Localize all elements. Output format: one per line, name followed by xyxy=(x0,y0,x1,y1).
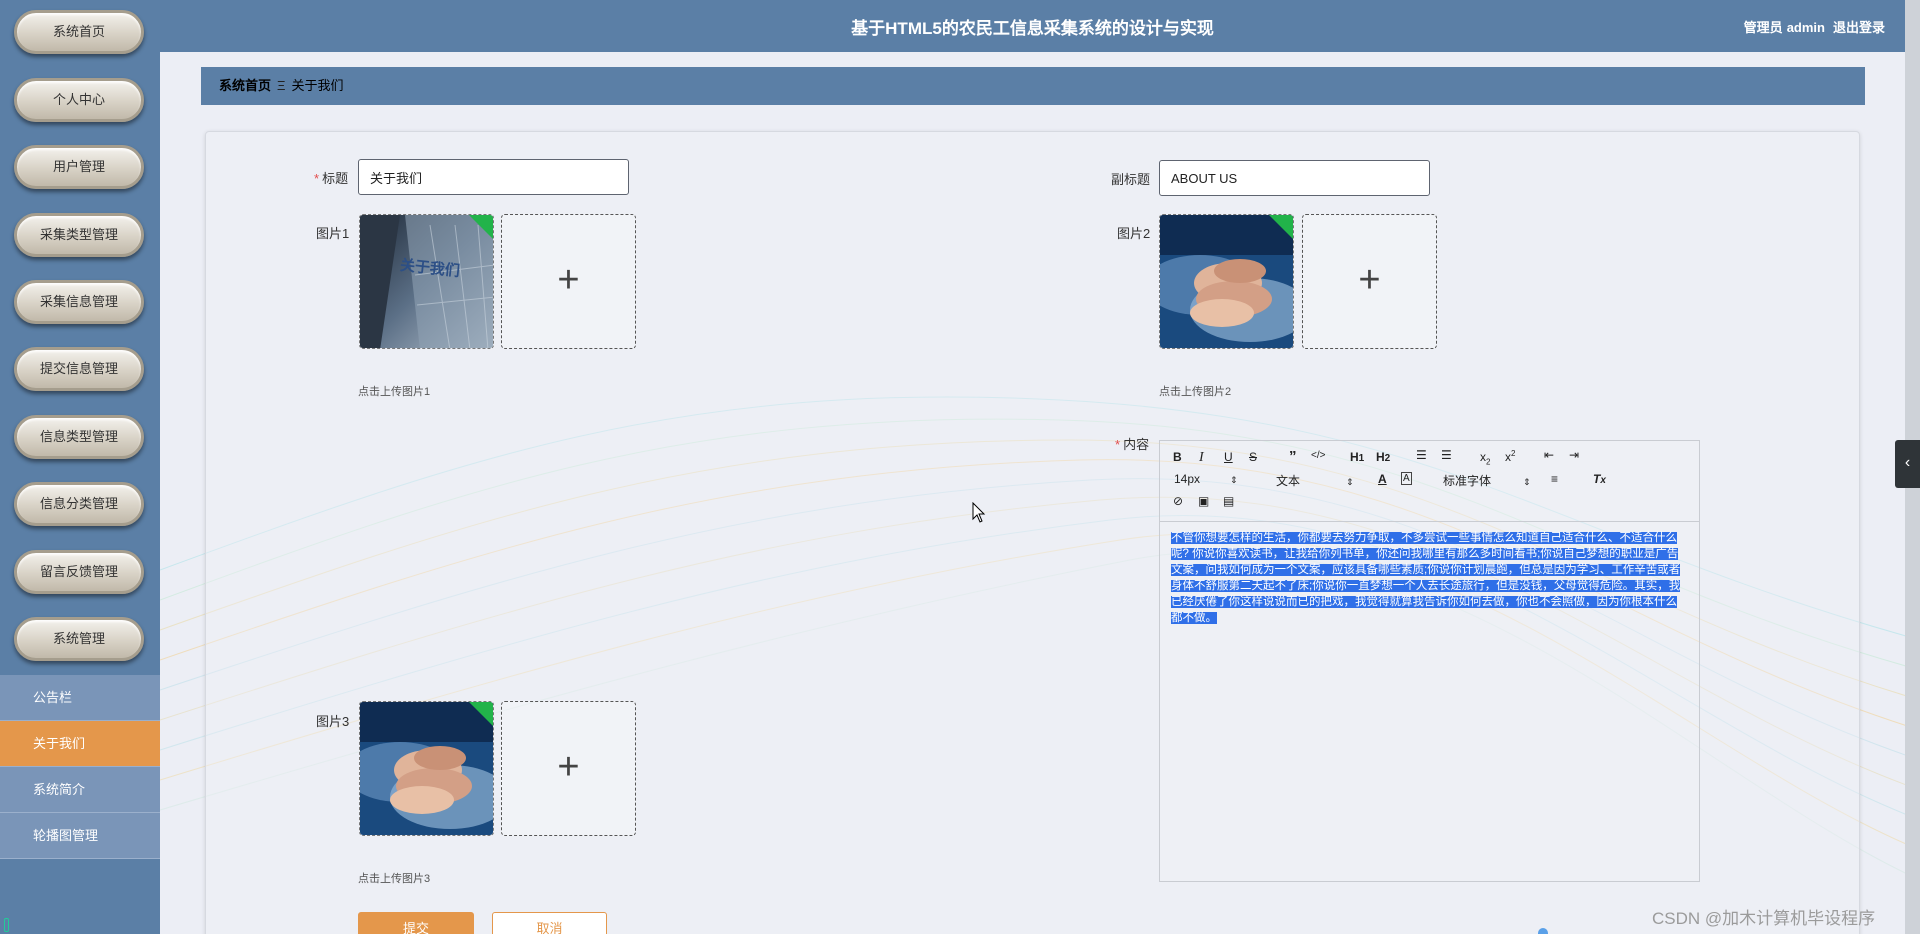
font-family-select[interactable]: 标准字体 ⇕ xyxy=(1443,472,1531,489)
code-icon[interactable]: </> xyxy=(1311,450,1325,461)
editor-toolbar: B I U S ” </> H1 H2 ☰ ☰ x2 x2 ⇤ ⇥ 14px ⇕ … xyxy=(1160,441,1699,522)
watermark: CSDN @加木计算机毕设程序 xyxy=(1652,909,1876,928)
sidebar-item-submit-info[interactable]: 提交信息管理 xyxy=(14,347,144,391)
strikethrough-icon[interactable]: S xyxy=(1249,450,1257,464)
breadcrumb-home[interactable]: 系统首页 xyxy=(219,78,271,93)
breadcrumb: 系统首页 Ξ 关于我们 xyxy=(201,67,1865,105)
status-indicator xyxy=(4,918,9,932)
system-submenu: 公告栏 关于我们 系统简介 轮播图管理 xyxy=(0,675,160,859)
logout-link[interactable]: 退出登录 xyxy=(1833,20,1885,35)
image1-upload-button[interactable]: + xyxy=(501,214,636,349)
subscript-icon[interactable]: x2 xyxy=(1480,450,1490,466)
heading1-icon[interactable]: H1 xyxy=(1350,450,1364,464)
user-role: 管理员 xyxy=(1743,20,1783,35)
submenu-item-about[interactable]: 关于我们 xyxy=(0,721,160,767)
submenu-item-carousel[interactable]: 轮播图管理 xyxy=(0,813,160,859)
editor-content-text: 不管你想要怎样的生活，你都要去努力争取，不多尝试一些事情怎么知道自己适合什么、不… xyxy=(1171,532,1681,624)
breadcrumb-separator: Ξ xyxy=(277,78,286,93)
submenu-item-intro[interactable]: 系统简介 xyxy=(0,767,160,813)
superscript-icon[interactable]: x2 xyxy=(1505,449,1515,464)
paragraph-select[interactable]: 文本 ⇕ xyxy=(1276,472,1354,489)
indent-icon[interactable]: ⇥ xyxy=(1569,448,1579,462)
sidebar-item-info-types[interactable]: 信息类型管理 xyxy=(14,415,144,459)
content-label: * 内容 xyxy=(1115,437,1150,452)
sidebar-item-collect-info[interactable]: 采集信息管理 xyxy=(14,280,144,324)
align-icon[interactable]: ≡ xyxy=(1551,472,1558,486)
title-label: * 标题 xyxy=(314,171,349,186)
sidebar-item-profile[interactable]: 个人中心 xyxy=(14,78,144,122)
sidebar-item-feedback[interactable]: 留言反馈管理 xyxy=(14,550,144,594)
sidebar-item-home[interactable]: 系统首页 xyxy=(14,10,144,54)
breadcrumb-current: 关于我们 xyxy=(291,78,344,93)
image2-thumbnail[interactable] xyxy=(1159,214,1294,349)
subtitle-input[interactable] xyxy=(1159,160,1430,196)
image3-hint: 点击上传图片3 xyxy=(358,873,431,885)
image3-thumbnail[interactable] xyxy=(359,701,494,836)
sidebar-item-users[interactable]: 用户管理 xyxy=(14,145,144,189)
quote-icon[interactable]: ” xyxy=(1289,448,1297,465)
background-color-icon[interactable]: A xyxy=(1401,472,1412,485)
underline-icon[interactable]: U xyxy=(1224,450,1233,464)
plus-icon: + xyxy=(1358,259,1381,301)
image-icon[interactable]: ▣ xyxy=(1198,494,1209,508)
plus-icon: + xyxy=(557,259,580,301)
link-icon[interactable]: ⊘ xyxy=(1173,494,1183,508)
image2-label: 图片2 xyxy=(1117,226,1151,241)
cancel-button[interactable]: 取消 xyxy=(492,912,607,934)
scroll-indicator xyxy=(1538,928,1548,934)
top-bar: 基于HTML5的农民工信息采集系统的设计与实现 管理员 admin 退出登录 xyxy=(160,0,1905,52)
mouse-pointer-icon xyxy=(972,502,986,523)
plus-icon: + xyxy=(557,746,580,788)
subtitle-label: 副标题 xyxy=(1111,172,1151,187)
bold-icon[interactable]: B xyxy=(1173,450,1182,464)
user-area: 管理员 admin 退出登录 xyxy=(1736,17,1885,36)
ordered-list-icon[interactable]: ☰ xyxy=(1416,448,1427,462)
submenu-item-notice[interactable]: 公告栏 xyxy=(0,675,160,721)
image1-thumbnail[interactable]: 关于我们 xyxy=(359,214,494,349)
font-color-icon[interactable]: A xyxy=(1378,472,1387,486)
username: admin xyxy=(1786,20,1825,35)
rich-text-editor[interactable]: B I U S ” </> H1 H2 ☰ ☰ x2 x2 ⇤ ⇥ 14px ⇕ … xyxy=(1159,440,1700,882)
italic-icon[interactable]: I xyxy=(1199,450,1204,466)
image1-hint: 点击上传图片1 xyxy=(358,386,431,398)
heading2-icon[interactable]: H2 xyxy=(1376,450,1390,464)
video-icon[interactable]: ▤ xyxy=(1223,494,1234,508)
title-input[interactable] xyxy=(358,159,629,195)
sidebar-item-info-categories[interactable]: 信息分类管理 xyxy=(14,482,144,526)
sidebar-item-collect-types[interactable]: 采集类型管理 xyxy=(14,213,144,257)
image2-upload-button[interactable]: + xyxy=(1302,214,1437,349)
sidebar-item-system[interactable]: 系统管理 xyxy=(14,617,144,661)
image1-label: 图片1 xyxy=(316,226,350,241)
outdent-icon[interactable]: ⇤ xyxy=(1544,448,1554,462)
font-size-select[interactable]: 14px ⇕ xyxy=(1174,472,1238,486)
image3-upload-button[interactable]: + xyxy=(501,701,636,836)
sidebar: 系统首页 个人中心 用户管理 采集类型管理 采集信息管理 提交信息管理 信息类型… xyxy=(0,0,160,934)
submit-button[interactable]: 提交 xyxy=(358,912,474,934)
editor-content[interactable]: 不管你想要怎样的生活，你都要去努力争取，不多尝试一些事情怎么知道自己适合什么、不… xyxy=(1160,522,1699,634)
bullet-list-icon[interactable]: ☰ xyxy=(1441,448,1452,462)
clear-format-icon[interactable]: Tx xyxy=(1593,472,1606,486)
image3-label: 图片3 xyxy=(316,714,350,729)
chevron-left-icon[interactable]: ‹ xyxy=(1895,440,1920,488)
app-title: 基于HTML5的农民工信息采集系统的设计与实现 xyxy=(851,19,1214,38)
image2-hint: 点击上传图片2 xyxy=(1159,386,1232,398)
